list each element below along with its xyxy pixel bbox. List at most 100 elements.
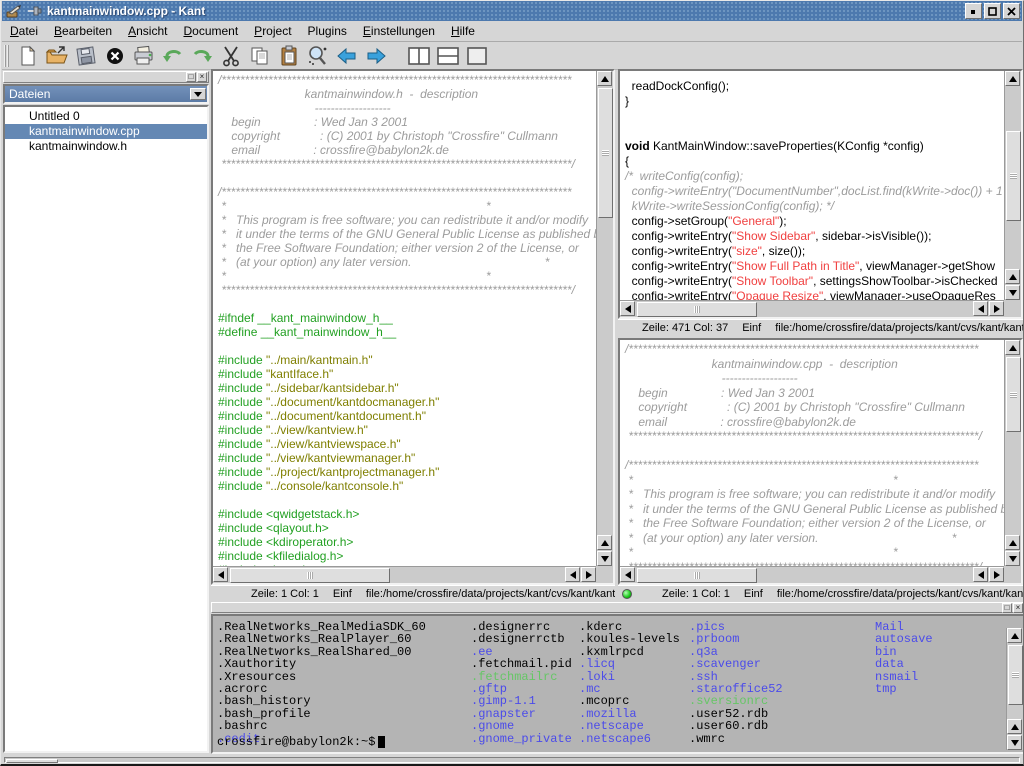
new-file-button[interactable] [14, 44, 41, 69]
sidebar-float-icon[interactable]: □ [186, 72, 196, 82]
editor-frame-center: /***************************************… [211, 69, 615, 585]
insert-mode: Einf [742, 322, 761, 334]
scroll-up-icon[interactable] [1005, 269, 1020, 284]
console-close-icon[interactable]: × [1013, 603, 1023, 613]
terminal-entry: .Xauthority [217, 658, 426, 670]
scroll-down-icon[interactable] [1005, 285, 1020, 300]
editor-text-center[interactable]: /***************************************… [213, 71, 596, 566]
sidebar: □ × Dateien Untitled 0kantmainwindow.cpp… [3, 71, 209, 753]
bottom-scroll-thumb[interactable] [6, 759, 58, 763]
sidebar-dock-header[interactable]: □ × [3, 71, 209, 83]
menu-item-einstellungen[interactable]: Einstellungen [355, 22, 443, 40]
console-float-icon[interactable]: □ [1002, 603, 1012, 613]
menu-item-project[interactable]: Project [246, 22, 299, 40]
window-title: kantmainwindow.cpp - Kant [47, 4, 205, 18]
scroll-left-icon[interactable] [213, 567, 228, 582]
split-horizontal-button[interactable] [434, 44, 461, 69]
scroll-up-icon[interactable] [1007, 719, 1022, 734]
editor-text-top-right[interactable]: readDockConfig();} void KantMainWindow::… [620, 71, 1004, 300]
maximize-button[interactable] [984, 3, 1001, 19]
back-button[interactable] [333, 44, 360, 69]
menu-item-plugins[interactable]: Plugins [300, 22, 355, 40]
shell-prompt[interactable]: crossfire@babylon2k:~$ [217, 736, 385, 749]
forward-button[interactable] [362, 44, 389, 69]
modified-led-icon [622, 589, 632, 599]
vertical-scrollbar[interactable] [1004, 71, 1021, 300]
split-vertical-button[interactable] [405, 44, 432, 69]
scroll-down-icon[interactable] [597, 551, 612, 566]
terminal-entry: .bash_history [217, 695, 426, 707]
close-view-button[interactable] [463, 44, 490, 69]
sidebar-view-label: Dateien [9, 87, 50, 101]
app-icon[interactable] [6, 3, 22, 19]
cut-button[interactable] [217, 44, 244, 69]
redo-button[interactable] [188, 44, 215, 69]
scroll-left-icon[interactable] [620, 301, 635, 316]
scroll-down-icon[interactable] [1005, 551, 1020, 566]
copy-button[interactable] [246, 44, 273, 69]
vertical-scrollbar[interactable] [1004, 340, 1021, 566]
terminal-entry: data [875, 658, 933, 670]
bottom-scroll-track[interactable] [4, 757, 1020, 763]
open-file-button[interactable] [43, 44, 70, 69]
window-bottom-strip [2, 755, 1022, 765]
menu-item-ansicht[interactable]: Ansicht [120, 22, 175, 40]
terminal-cursor [378, 736, 385, 748]
scroll-up-icon[interactable] [1005, 340, 1020, 355]
scroll-left-icon[interactable] [973, 301, 988, 316]
editor-text-bottom-right[interactable]: /***************************************… [620, 340, 1004, 566]
scroll-right-icon[interactable] [989, 301, 1004, 316]
terminal-entry: .scavenger [689, 658, 783, 670]
pin-icon[interactable] [26, 3, 42, 19]
print-button[interactable] [130, 44, 157, 69]
menu-item-bearbeiten[interactable]: Bearbeiten [46, 22, 120, 40]
horizontal-scrollbar[interactable] [620, 300, 1004, 317]
app-window: kantmainwindow.cpp - Kant DateiBearbeite… [0, 0, 1024, 766]
scroll-up-icon[interactable] [1005, 535, 1020, 550]
close-file-button[interactable] [101, 44, 128, 69]
minimize-button[interactable] [965, 3, 982, 19]
terminal-entry: .netscape6 [579, 733, 680, 745]
undo-button[interactable] [159, 44, 186, 69]
scroll-up-icon[interactable] [1007, 628, 1022, 643]
scroll-left-icon[interactable] [973, 567, 988, 582]
terminal-entry: .RealNetworks_RealPlayer_60 [217, 633, 426, 645]
terminal-column: .RealNetworks_RealMediaSDK_60.RealNetwor… [217, 621, 426, 745]
scroll-right-icon[interactable] [989, 567, 1004, 582]
vertical-scrollbar[interactable] [596, 71, 613, 566]
file-url: file:/home/crossfire/data/projects/kant/… [775, 322, 1023, 334]
menu-item-datei[interactable]: Datei [2, 22, 46, 40]
chevron-down-icon[interactable] [190, 88, 206, 100]
file-list-item[interactable]: Untitled 0 [5, 109, 207, 124]
terminal-entry: .wmrc [689, 733, 783, 745]
sidebar-view-select[interactable]: Dateien [3, 84, 209, 104]
titlebar[interactable]: kantmainwindow.cpp - Kant [2, 1, 1022, 21]
scroll-up-icon[interactable] [597, 535, 612, 550]
terminal-entry: .licq [579, 658, 680, 670]
console-output[interactable]: Mailautosavebindatansmailtmp.pics.prboom… [211, 614, 1024, 754]
sidebar-close-icon[interactable]: × [197, 72, 207, 82]
cursor-position: Zeile: 1 Col: 1 [662, 588, 730, 600]
horizontal-scrollbar[interactable] [213, 566, 596, 583]
horizontal-scrollbar[interactable] [620, 566, 1004, 583]
scroll-down-icon[interactable] [1007, 735, 1022, 750]
scroll-right-icon[interactable] [581, 567, 596, 582]
menu-item-hilfe[interactable]: Hilfe [443, 22, 483, 40]
toolbar-handle[interactable] [4, 45, 9, 67]
close-button[interactable] [1003, 3, 1020, 19]
scroll-up-icon[interactable] [597, 71, 612, 86]
scroll-left-icon[interactable] [565, 567, 580, 582]
save-file-button[interactable] [72, 44, 99, 69]
find-button[interactable] [304, 44, 331, 69]
paste-button[interactable] [275, 44, 302, 69]
cursor-position: Zeile: 1 Col: 1 [251, 588, 319, 600]
console-scrollbar[interactable] [1006, 628, 1023, 750]
menubar: DateiBearbeitenAnsichtDocumentProjectPlu… [2, 21, 1022, 42]
scroll-up-icon[interactable] [1005, 71, 1020, 86]
file-list-item[interactable]: kantmainwindow.cpp [5, 124, 207, 139]
menu-item-document[interactable]: Document [175, 22, 246, 40]
scrollbar-corner [1004, 566, 1021, 583]
scroll-left-icon[interactable] [620, 567, 635, 582]
file-list-item[interactable]: kantmainwindow.h [5, 139, 207, 154]
console-dock-header[interactable]: □ × [211, 602, 1024, 613]
